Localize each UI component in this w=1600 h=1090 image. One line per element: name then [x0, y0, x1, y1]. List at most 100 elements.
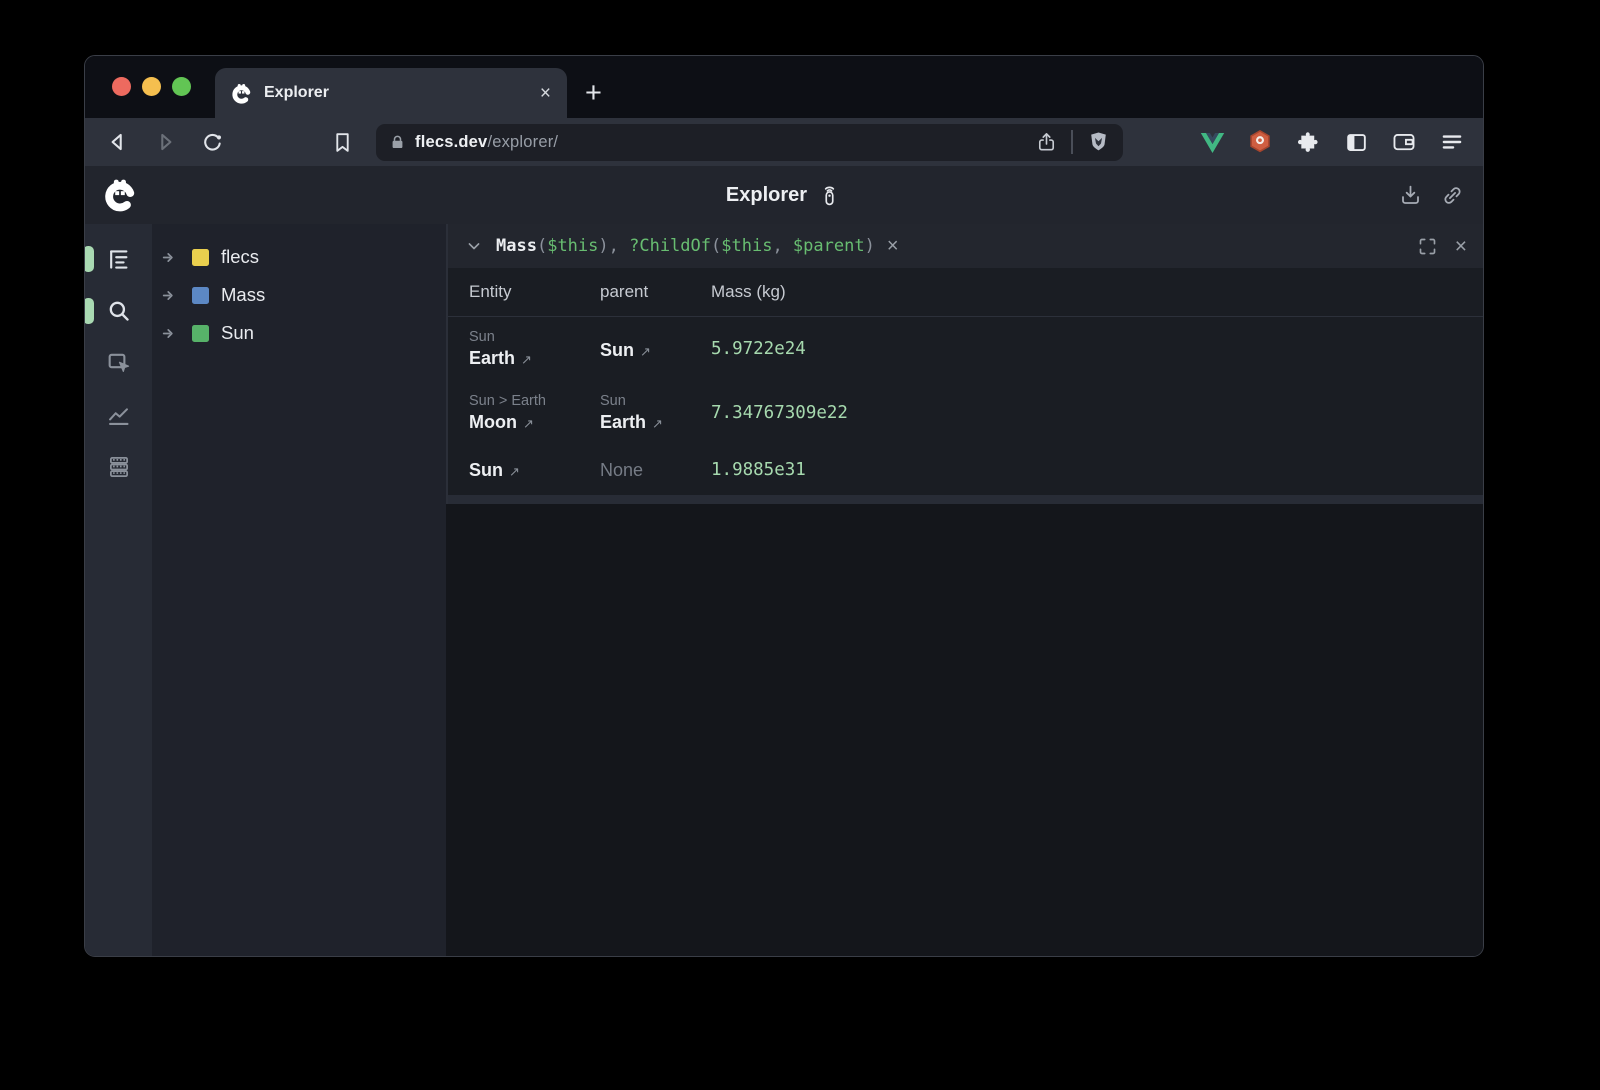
mass-value: 5.9722e24	[711, 339, 1483, 359]
tab-title: Explorer	[264, 84, 329, 102]
table-row: Sun↗ None 1.9885e31	[448, 445, 1483, 495]
hexagon-extension-icon[interactable]	[1245, 127, 1275, 157]
permalink-icon[interactable]	[1440, 183, 1465, 208]
fullscreen-icon[interactable]	[1417, 236, 1438, 257]
chevron-down-icon[interactable]	[464, 236, 484, 256]
tab-strip: Explorer × +	[85, 56, 1483, 118]
query-token: Mass	[496, 236, 537, 256]
open-entity-icon[interactable]: ↗	[652, 416, 663, 431]
lock-icon	[388, 133, 407, 152]
query-token: $parent	[793, 236, 865, 256]
header-actions	[1398, 183, 1465, 208]
tree-item-sun[interactable]: Sun	[152, 314, 446, 352]
panel-footer-bar	[448, 495, 1483, 504]
search-icon	[105, 297, 133, 325]
column-header-entity: Entity	[469, 282, 600, 302]
sidebar-toggle-icon[interactable]	[1341, 127, 1371, 157]
reload-button[interactable]	[195, 125, 229, 159]
tab-close-icon[interactable]: ×	[540, 84, 551, 103]
entity-tree-panel: flecs Mass Sun	[152, 224, 446, 956]
bookmark-icon[interactable]	[325, 125, 359, 159]
download-icon[interactable]	[1398, 183, 1423, 208]
url-path: /explorer/	[487, 133, 558, 151]
browser-menu-icon[interactable]	[1437, 127, 1467, 157]
tree-item-label[interactable]: Mass	[221, 284, 265, 306]
flecs-logo-icon[interactable]	[103, 178, 137, 212]
tree-item-label[interactable]: Sun	[221, 322, 254, 344]
wallet-icon[interactable]	[1389, 127, 1419, 157]
query-panel-actions: ×	[1417, 236, 1467, 257]
entity-link[interactable]: Moon↗	[469, 412, 600, 433]
close-panel-icon[interactable]: ×	[1455, 236, 1467, 257]
tree-item-mass[interactable]: Mass	[152, 276, 446, 314]
expand-arrow-icon[interactable]	[161, 249, 178, 266]
minimize-window-button[interactable]	[142, 77, 161, 96]
open-entity-icon[interactable]: ↗	[640, 344, 651, 359]
entity-path: Sun > Earth	[469, 393, 600, 409]
parent-none: None	[600, 460, 711, 481]
app-title: Explorer	[726, 184, 807, 207]
registers-icon	[106, 454, 132, 480]
share-icon[interactable]	[1035, 131, 1058, 154]
new-tab-button[interactable]: +	[585, 79, 602, 108]
parent-link[interactable]: Earth↗	[600, 412, 711, 433]
tab-explorer[interactable]: Explorer ×	[215, 68, 567, 118]
parent-path: Sun	[600, 393, 711, 409]
query-expression[interactable]: Mass($this), ?ChildOf($this, $parent)	[496, 236, 875, 256]
expand-arrow-icon[interactable]	[161, 325, 178, 342]
query-token: ?ChildOf	[629, 236, 711, 256]
parent-cell: None	[600, 460, 711, 481]
sidebar-item-inspector[interactable]	[102, 346, 136, 380]
browser-toolbar: flecs.dev/explorer/	[85, 118, 1483, 166]
entity-cell: Sun↗	[469, 460, 600, 481]
forward-button[interactable]	[148, 125, 182, 159]
tree-item-flecs[interactable]: flecs	[152, 238, 446, 276]
tree-view-icon	[105, 246, 132, 273]
maximize-window-button[interactable]	[172, 77, 191, 96]
url-domain: flecs.dev	[415, 133, 487, 151]
tab-favicon-flecs-icon	[231, 83, 252, 104]
entity-path: Sun	[469, 329, 600, 345]
remote-connect-icon	[817, 183, 842, 208]
table-header: Entity parent Mass (kg)	[448, 268, 1483, 317]
query-token: (	[711, 236, 721, 256]
extensions-group	[1197, 127, 1467, 157]
sidebar-item-tree[interactable]	[102, 242, 136, 276]
query-token: ),	[598, 236, 629, 256]
tree-item-label[interactable]: flecs	[221, 246, 259, 268]
vue-devtools-icon[interactable]	[1197, 127, 1227, 157]
active-indicator-tree	[84, 246, 94, 272]
query-token: $this	[547, 236, 598, 256]
entity-link[interactable]: Sun↗	[469, 460, 600, 481]
query-token: )	[865, 236, 875, 256]
query-clear-icon[interactable]: ×	[887, 236, 899, 256]
url-bar[interactable]: flecs.dev/explorer/	[376, 124, 1123, 161]
open-entity-icon[interactable]: ↗	[509, 464, 520, 479]
sidebar-item-stats[interactable]	[102, 398, 136, 432]
active-indicator-search	[84, 298, 94, 324]
query-bar[interactable]: Mass($this), ?ChildOf($this, $parent) × …	[448, 224, 1483, 268]
entity-cell: Sun Earth↗	[469, 329, 600, 369]
main-area: Mass($this), ?ChildOf($this, $parent) × …	[446, 224, 1483, 956]
expand-arrow-icon[interactable]	[161, 287, 178, 304]
column-header-mass: Mass (kg)	[711, 282, 1483, 302]
query-token: ,	[772, 236, 792, 256]
entity-link[interactable]: Earth↗	[469, 348, 600, 369]
entity-color-swatch	[192, 287, 209, 304]
extensions-puzzle-icon[interactable]	[1293, 127, 1323, 157]
open-entity-icon[interactable]: ↗	[521, 352, 532, 367]
column-header-parent: parent	[600, 282, 711, 302]
query-token: (	[537, 236, 547, 256]
close-window-button[interactable]	[112, 77, 131, 96]
brave-shield-icon[interactable]	[1086, 130, 1111, 155]
sidebar-item-query[interactable]	[102, 294, 136, 328]
app-title-wrap: Explorer	[85, 183, 1483, 208]
open-entity-icon[interactable]: ↗	[523, 416, 534, 431]
back-button[interactable]	[101, 125, 135, 159]
content-area: flecs Mass Sun	[85, 224, 1483, 956]
entity-color-swatch	[192, 325, 209, 342]
sidebar-item-registers[interactable]	[102, 450, 136, 484]
url-actions	[1035, 130, 1111, 155]
parent-link[interactable]: Sun↗	[600, 340, 711, 361]
entity-color-swatch	[192, 249, 209, 266]
